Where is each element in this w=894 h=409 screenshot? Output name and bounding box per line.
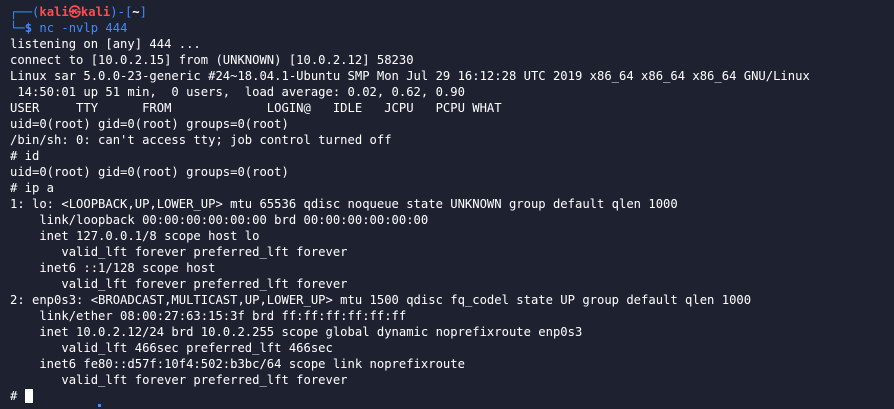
output-line: 14:50:01 up 51 min, 0 users, load averag…	[10, 85, 465, 99]
output-line: 1: lo: <LOOPBACK,UP,LOWER_UP> mtu 65536 …	[10, 197, 678, 211]
scroll-indicator	[98, 404, 101, 407]
prompt-dir: ~	[132, 5, 140, 19]
output-line: # ip a	[10, 181, 55, 195]
output-block: listening on [any] 444 ... connect to [1…	[10, 36, 894, 388]
terminal-window[interactable]: ┌──(kali ㉿ kali)-[~] └─ $ nc -nvlp 444 list…	[0, 0, 894, 409]
cursor-block[interactable]	[25, 389, 34, 403]
output-line: USER TTY FROM LOGIN@ IDLE JCPU PCPU WHAT	[10, 101, 502, 115]
output-line: valid_lft 466sec preferred_lft 466sec	[10, 341, 333, 355]
prompt-line-bottom: └─ $ nc -nvlp 444	[10, 20, 894, 36]
output-line: inet 127.0.0.1/8 scope host lo	[10, 229, 260, 243]
output-line: valid_lft forever preferred_lft forever	[10, 373, 348, 387]
output-line: Linux sar 5.0.0-23-generic #24~18.04.1-U…	[10, 69, 810, 83]
output-line: valid_lft forever preferred_lft forever	[10, 245, 348, 259]
output-line: link/loopback 00:00:00:00:00:00 brd 00:0…	[10, 213, 429, 227]
output-line: connect to [10.0.2.15] from (UNKNOWN) [1…	[10, 53, 414, 67]
prompt-bracket: )-[	[110, 5, 133, 19]
prompt-dollar: $	[24, 21, 33, 35]
output-line: listening on [any] 444 ...	[10, 37, 201, 51]
prompt-host: kali	[80, 5, 111, 19]
output-line: inet6 fe80::d57f:10f4:502:b3bc/64 scope …	[10, 357, 465, 371]
root-prompt-symbol: #	[10, 389, 18, 403]
root-prompt-line[interactable]: #	[10, 388, 894, 404]
output-line: 2: enp0s3: <BROADCAST,MULTICAST,UP,LOWER…	[10, 293, 752, 307]
output-line: uid=0(root) gid=0(root) groups=0(root)	[10, 165, 289, 179]
prompt-at-symbol: ㉿	[68, 5, 81, 19]
command-text: nc -nvlp 444	[39, 21, 128, 35]
prompt-line-top: ┌──(kali ㉿ kali)-[~]	[10, 4, 894, 20]
output-line: # id	[10, 149, 40, 163]
prompt-corner-top: ┌──(	[10, 5, 40, 19]
output-line: inet6 ::1/128 scope host	[10, 261, 216, 275]
prompt-bracket-end: ]	[139, 5, 147, 19]
output-line: uid=0(root) gid=0(root) groups=0(root)	[10, 117, 289, 131]
output-line: inet 10.0.2.12/24 brd 10.0.2.255 scope g…	[10, 325, 583, 339]
prompt-corner-bottom: └─	[10, 21, 25, 35]
output-line: link/ether 08:00:27:63:15:3f brd ff:ff:f…	[10, 309, 407, 323]
output-line: /bin/sh: 0: can't access tty; job contro…	[10, 133, 392, 147]
prompt-user: kali	[39, 5, 69, 19]
output-line: valid_lft forever preferred_lft forever	[10, 277, 348, 291]
